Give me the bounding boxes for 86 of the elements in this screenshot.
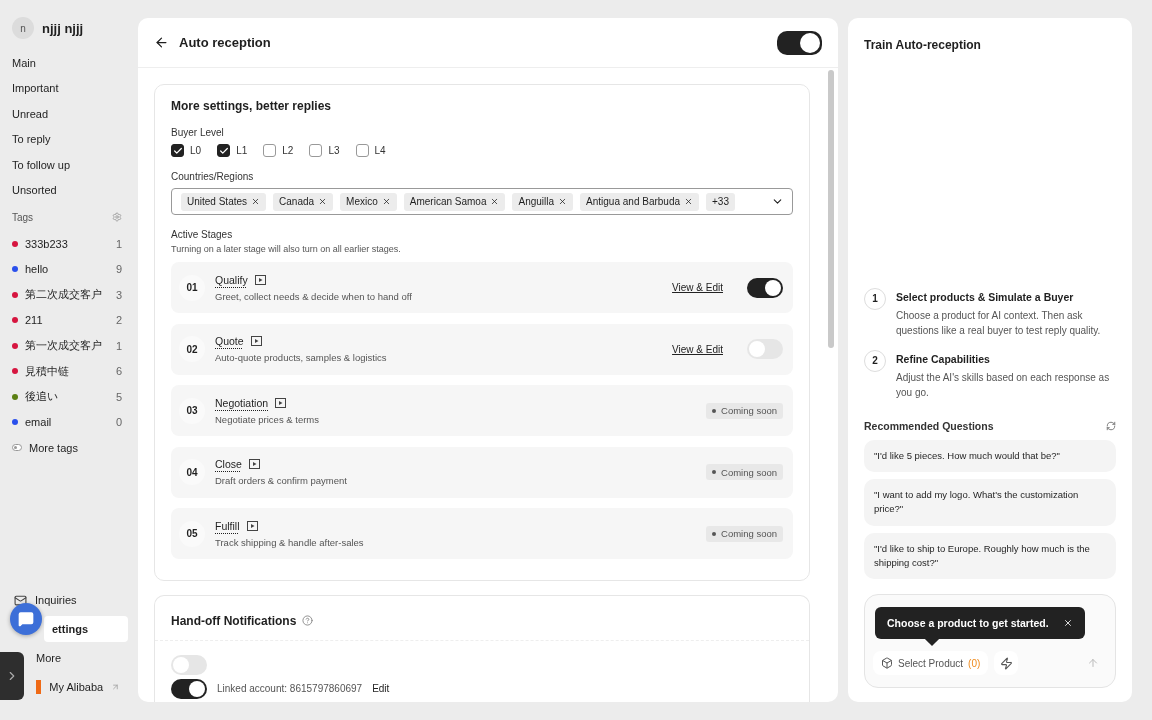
tag-label[interactable]: hello <box>25 263 109 276</box>
stage-title[interactable]: Qualify <box>215 273 248 286</box>
coming-soon-badge: Coming soon <box>706 525 783 542</box>
field-label: Active Stages <box>171 229 234 240</box>
stage-number: 02 <box>179 336 205 362</box>
nav-item[interactable]: Main <box>12 50 122 76</box>
stage-number: 05 <box>179 520 205 547</box>
card-title: Hand-off Notifications <box>171 613 297 628</box>
country-chip: Anguilla <box>512 192 574 211</box>
page-title: Auto reception <box>179 35 272 50</box>
stages-hint: Turning on a later stage will also turn on all earlier stages. <box>171 244 402 254</box>
field-label: Countries/Regions <box>171 171 255 182</box>
tag-count: 2 <box>115 314 122 327</box>
tag-label[interactable]: 211 <box>25 314 109 327</box>
nav-item[interactable]: My Alibaba <box>28 674 128 700</box>
stage-title[interactable]: Negotiation <box>215 396 269 409</box>
tag-label[interactable]: 第一次成交客户 <box>25 338 109 354</box>
nav-item[interactable]: Important <box>12 75 122 101</box>
tooltip-text: Choose a product to get started. <box>887 617 1049 629</box>
nav-item[interactable]: Unread <box>12 101 122 127</box>
tag-count: 6 <box>115 365 122 378</box>
step-description: Choose a product for AI context. Then ask questions like a real buyer to test reply quality. <box>896 308 1102 338</box>
stage-description: Track shipping & handle after-sales <box>215 536 365 548</box>
nav-item[interactable]: To follow up <box>12 152 122 178</box>
nav-item[interactable]: Unsorted <box>12 177 122 203</box>
tag-count: 1 <box>115 339 122 352</box>
stage-number: 04 <box>179 459 205 485</box>
suggested-question[interactable]: "I want to add my logo. What's the customization price?" <box>864 479 1116 526</box>
step-description: Adjust the AI's skills based on each response as you go. <box>896 370 1111 400</box>
stage-number: 03 <box>179 397 205 424</box>
stage-title[interactable]: Fulfill <box>215 519 240 532</box>
nav-item[interactable]: To reply <box>12 126 122 152</box>
country-chip: United States <box>181 192 267 211</box>
level-checkbox[interactable]: L2 <box>263 144 294 157</box>
nav-item[interactable]: ettings <box>44 616 128 642</box>
stage-number: 01 <box>179 274 205 301</box>
tag-label[interactable]: 第二次成交客户 <box>25 287 109 303</box>
questions-heading: Recommended Questions <box>864 419 994 432</box>
level-checkbox[interactable]: L1 <box>217 144 248 157</box>
tag-count: 3 <box>115 288 122 301</box>
coming-soon-badge: Coming soon <box>706 464 783 480</box>
select-product-button[interactable]: Select Product (0) <box>873 651 989 675</box>
stage-title[interactable]: Close <box>215 458 242 470</box>
country-chip: Canada <box>273 192 334 211</box>
countries-select[interactable]: United States Canada Mexico American Samoa Anguilla Antigua and Barbuda +33 <box>171 188 793 215</box>
step-number: 1 <box>864 287 886 310</box>
tag-label[interactable]: 333b233 <box>25 237 109 250</box>
stage-description: Greet, collect needs & decide when to hand off <box>215 290 413 302</box>
tag-count: 0 <box>115 416 122 429</box>
stage-description: Draft orders & confirm payment <box>215 475 348 486</box>
tag-label[interactable]: 見積中链 <box>25 363 109 379</box>
nav-item[interactable]: More <box>28 645 128 671</box>
level-checkbox[interactable]: L3 <box>309 144 340 157</box>
tags-heading: Tags <box>12 211 34 223</box>
suggested-question[interactable]: "I'd like to ship to Europe. Roughly how much is the shipping cost?" <box>864 532 1116 579</box>
tag-count: 5 <box>115 390 122 403</box>
step-title: Select products & Simulate a Buyer <box>896 290 1075 303</box>
view-edit-link[interactable]: View & Edit <box>672 343 723 355</box>
tag-label[interactable]: 後追い <box>25 389 109 405</box>
panel-title: Train Auto-reception <box>864 38 982 52</box>
level-checkbox[interactable]: L0 <box>171 144 202 157</box>
coming-soon-badge: Coming soon <box>706 402 783 419</box>
edit-link[interactable]: Edit <box>372 683 390 694</box>
stage-title[interactable]: Quote <box>215 335 244 347</box>
country-chip: Antigua and Barbuda <box>580 192 700 211</box>
field-label: Buyer Level <box>171 127 225 138</box>
more-tags-link[interactable]: More tags <box>29 441 122 454</box>
card-title: More settings, better replies <box>171 99 333 113</box>
linked-account-text: Linked account: 8615797860697 <box>217 683 363 694</box>
suggested-question[interactable]: "I'd like 5 pieces. How much would that be?" <box>864 439 1116 472</box>
nav-item[interactable]: Inquiries <box>6 587 128 613</box>
view-edit-link[interactable]: View & Edit <box>672 282 723 293</box>
country-chip: American Samoa <box>403 192 506 211</box>
tag-label[interactable]: email <box>25 416 109 429</box>
step-number: 2 <box>864 349 886 372</box>
chat-composer[interactable]: Choose a product to get started. Select Product (0) <box>864 594 1116 688</box>
user-avatar[interactable]: n <box>12 17 34 39</box>
step-title: Refine Capabilities <box>896 352 991 365</box>
stage-description: Negotiate prices & terms <box>215 413 320 425</box>
tag-count: 1 <box>115 237 122 250</box>
stage-description: Auto-quote products, samples & logistics <box>215 352 388 363</box>
country-chip: Mexico <box>340 192 397 211</box>
more-count-chip: +33 <box>706 192 735 211</box>
level-checkbox[interactable]: L4 <box>355 144 386 157</box>
user-name: njjj njjj <box>42 20 84 36</box>
tag-count: 9 <box>115 263 122 276</box>
